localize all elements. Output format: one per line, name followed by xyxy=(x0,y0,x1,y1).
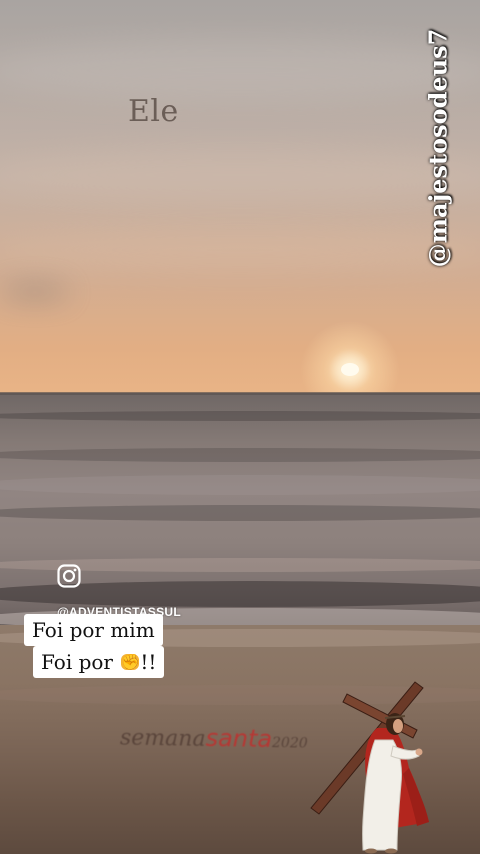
fist-emoji-icon: ✊ xyxy=(121,653,141,671)
caption-line-2-suffix: !! xyxy=(140,650,157,674)
sand-logo-word1: semana xyxy=(119,725,206,752)
jesus-carrying-cross-figure xyxy=(305,680,445,854)
caption: Foi por mim Foi por ✊!! xyxy=(24,614,184,678)
distant-cloud xyxy=(0,285,70,299)
wave xyxy=(0,448,480,462)
wave-foam xyxy=(0,475,480,495)
video-frame: Ele @majestosodeus7 @ADVENTISTASSUL Foi … xyxy=(0,0,480,854)
instagram-icon xyxy=(57,564,81,588)
caption-line-2-text: Foi por xyxy=(41,650,120,674)
watermark-handle: @majestosodeus7 xyxy=(408,28,468,268)
caption-line-2: Foi por ✊!! xyxy=(33,646,165,678)
sand-logo-year: 2020 xyxy=(271,735,308,752)
wave xyxy=(0,505,480,521)
horizon-line xyxy=(0,392,480,395)
sand-logo: semanasanta2020 xyxy=(120,722,308,753)
caption-line-1: Foi por mim xyxy=(24,614,163,646)
wave xyxy=(0,411,480,421)
sand-logo-word2: santa xyxy=(205,723,273,754)
overlay-word: Ele xyxy=(128,94,179,129)
sun xyxy=(341,363,359,376)
handle-text: @majestosodeus7 xyxy=(423,28,453,268)
